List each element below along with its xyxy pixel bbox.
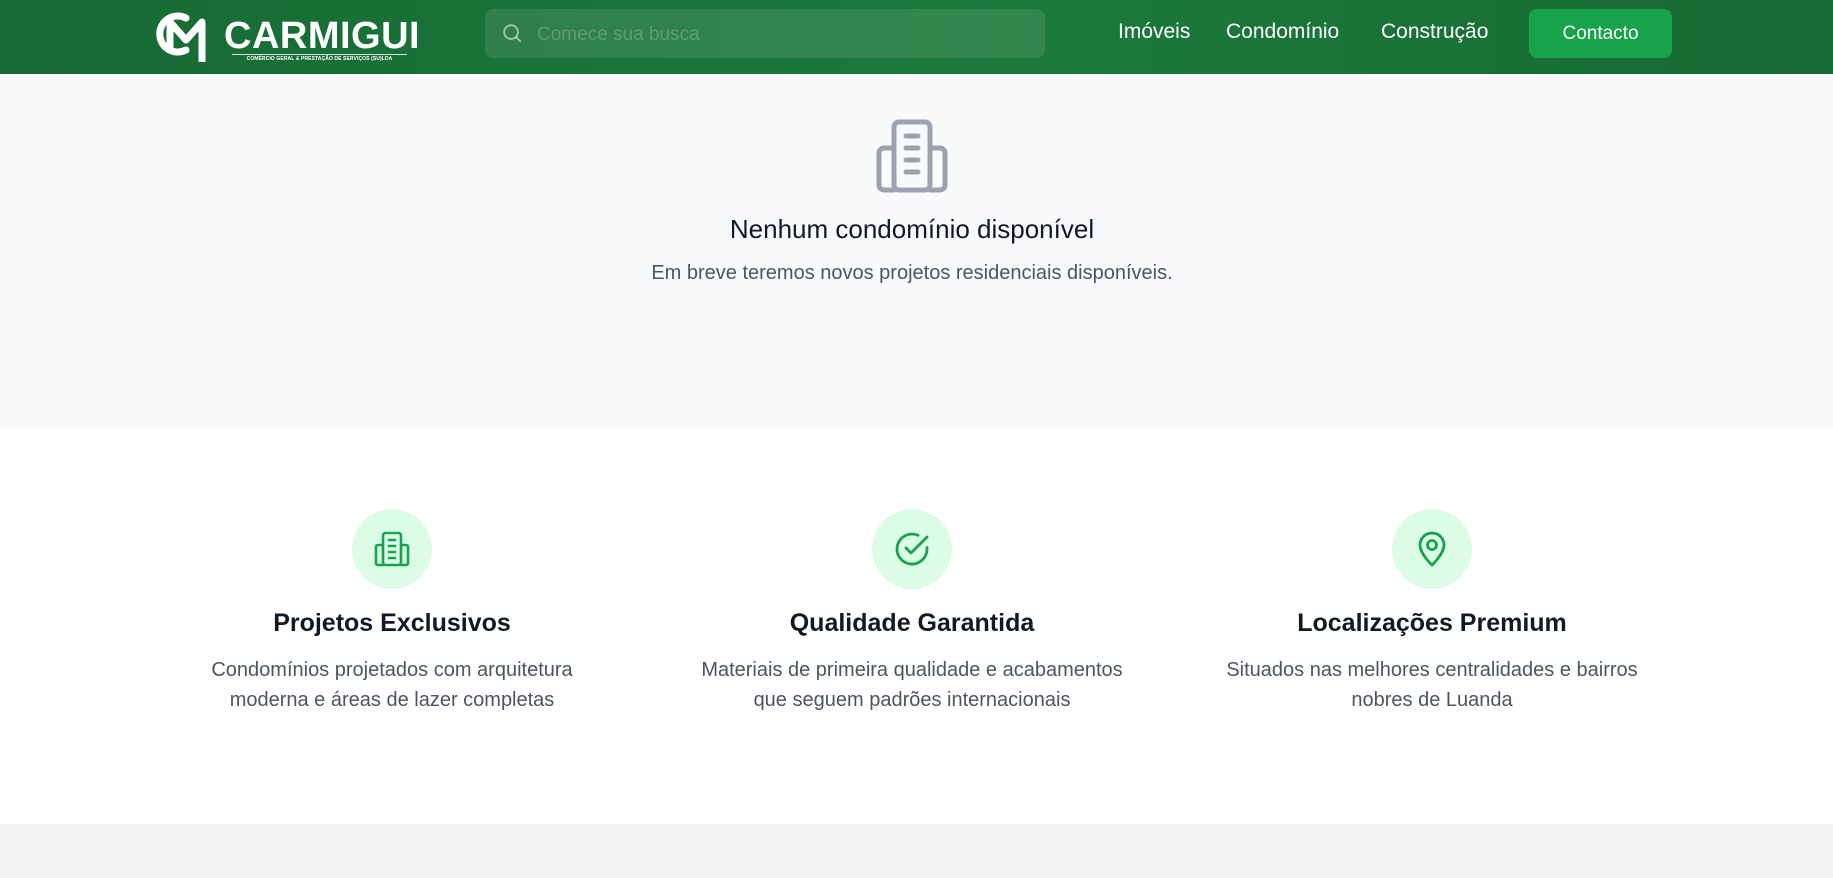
carmigui-logo[interactable]: CARMIGUI COMÉRCIO GERAL & PRESTAÇÃO DE S… xyxy=(152,6,420,66)
building-icon xyxy=(876,119,948,193)
nav-link-imoveis[interactable]: Imóveis xyxy=(1118,20,1190,44)
top-header: CARMIGUI COMÉRCIO GERAL & PRESTAÇÃO DE S… xyxy=(0,0,1833,74)
search-bar[interactable] xyxy=(485,9,1045,60)
nav-link-construcao[interactable]: Construção xyxy=(1381,20,1488,44)
check-circle-icon xyxy=(895,532,929,566)
feature-description: Condomínios projetados com arquitetura m… xyxy=(211,659,573,711)
feature-description: Situados nas melhores centralidades e ba… xyxy=(1226,659,1638,711)
logo-subtitle: COMÉRCIO GERAL & PRESTAÇÃO DE SERVIÇOS (… xyxy=(232,54,407,62)
feature-title: Localizações Premium xyxy=(1297,609,1567,637)
contact-button[interactable]: Contacto xyxy=(1529,9,1672,58)
map-pin-icon xyxy=(1418,531,1446,567)
feature-icon-circle xyxy=(352,509,432,589)
logo-wordmark: CARMIGUI xyxy=(224,15,421,57)
next-section-band xyxy=(0,824,1833,878)
features-section: Projetos Exclusivos Condomínios projetad… xyxy=(0,429,1833,824)
feature-icon-circle xyxy=(1392,509,1472,589)
feature-description: Materiais de primeira qualidade e acabam… xyxy=(701,659,1123,711)
cm-logo-icon xyxy=(156,12,206,62)
search-icon xyxy=(503,24,522,43)
feature-icon-circle xyxy=(872,509,952,589)
nav-link-condominio[interactable]: Condomínio xyxy=(1226,20,1339,44)
feature-title: Projetos Exclusivos xyxy=(273,609,511,637)
empty-state-description: Em breve teremos novos projetos residenc… xyxy=(651,262,1173,284)
empty-state-title: Nenhum condomínio disponível xyxy=(729,214,1095,244)
feature-title: Qualidade Garantida xyxy=(789,609,1035,637)
building-icon xyxy=(374,531,410,567)
search-input[interactable] xyxy=(535,9,1039,60)
